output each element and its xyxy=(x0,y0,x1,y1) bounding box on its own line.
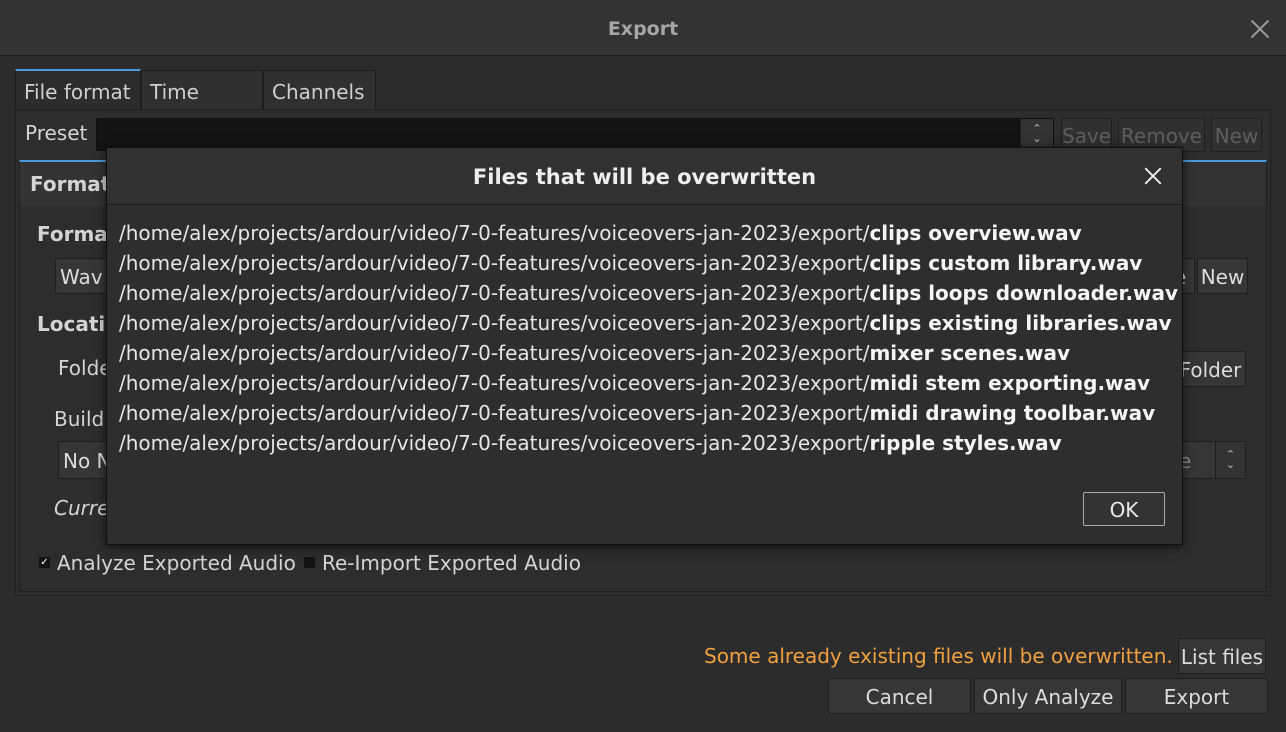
file-path-prefix: /home/alex/projects/ardour/video/7-0-fea… xyxy=(119,221,870,245)
file-path-prefix: /home/alex/projects/ardour/video/7-0-fea… xyxy=(119,281,870,305)
preset-new-button[interactable]: New xyxy=(1211,118,1262,152)
build-filename-label: Build xyxy=(54,407,105,431)
file-path-prefix: /home/alex/projects/ardour/video/7-0-fea… xyxy=(119,251,870,275)
close-icon[interactable] xyxy=(1247,16,1273,42)
window-title: Export xyxy=(607,18,679,40)
file-name: clips overview.wav xyxy=(869,221,1082,245)
file-path-row: /home/alex/projects/ardour/video/7-0-fea… xyxy=(119,218,1178,248)
choose-folder-button[interactable]: Folder xyxy=(1175,351,1246,387)
overwrite-warning: Some already existing files will be over… xyxy=(704,644,1173,668)
file-path-prefix: /home/alex/projects/ardour/video/7-0-fea… xyxy=(119,401,870,425)
file-path-row: /home/alex/projects/ardour/video/7-0-fea… xyxy=(119,278,1178,308)
cancel-button[interactable]: Cancel xyxy=(828,678,971,714)
only-analyze-button[interactable]: Only Analyze xyxy=(974,678,1122,714)
tab-channels[interactable]: Channels xyxy=(263,70,376,110)
close-icon[interactable] xyxy=(1140,163,1166,189)
reimport-label: Re-Import Exported Audio xyxy=(322,551,581,575)
file-path-prefix: /home/alex/projects/ardour/video/7-0-fea… xyxy=(119,311,870,335)
overwrite-dialog: Files that will be overwritten /home/ale… xyxy=(106,147,1183,545)
file-list: /home/alex/projects/ardour/video/7-0-fea… xyxy=(119,218,1178,458)
analyze-label: Analyze Exported Audio xyxy=(57,551,296,575)
reimport-checkbox[interactable] xyxy=(304,557,315,568)
analyze-checkbox[interactable]: ✓ xyxy=(39,557,50,568)
tab-label: Channels xyxy=(272,80,365,104)
tab-label: File format xyxy=(24,80,131,104)
tab-time-span[interactable]: Time Span xyxy=(141,70,263,146)
file-name: clips existing libraries.wav xyxy=(869,311,1172,335)
current-path-label: Curre xyxy=(54,496,110,520)
folder-label: Folde xyxy=(58,356,112,380)
file-path-row: /home/alex/projects/ardour/video/7-0-fea… xyxy=(119,308,1178,338)
list-files-button[interactable]: List files xyxy=(1178,638,1266,674)
preset-label: Preset xyxy=(25,121,88,145)
file-name: midi stem exporting.wav xyxy=(869,371,1151,395)
file-path-prefix: /home/alex/projects/ardour/video/7-0-fea… xyxy=(119,431,870,455)
file-name: ripple styles.wav xyxy=(869,431,1062,455)
ok-button[interactable]: OK xyxy=(1083,492,1165,526)
dialog-title: Files that will be overwritten xyxy=(472,165,817,189)
file-name: mixer scenes.wav xyxy=(869,341,1071,365)
file-path-row: /home/alex/projects/ardour/video/7-0-fea… xyxy=(119,248,1178,278)
file-path-row: /home/alex/projects/ardour/video/7-0-fea… xyxy=(119,428,1178,458)
file-name: clips custom library.wav xyxy=(869,251,1143,275)
file-path-prefix: /home/alex/projects/ardour/video/7-0-fea… xyxy=(119,341,870,365)
file-path-row: /home/alex/projects/ardour/video/7-0-fea… xyxy=(119,338,1178,368)
export-button[interactable]: Export xyxy=(1125,678,1268,714)
file-name: clips loops downloader.wav xyxy=(869,281,1179,305)
file-path-row: /home/alex/projects/ardour/video/7-0-fea… xyxy=(119,368,1178,398)
file-name: midi drawing toolbar.wav xyxy=(869,401,1156,425)
tab-file-format[interactable]: File format xyxy=(15,69,141,109)
format-new-button[interactable]: New xyxy=(1197,258,1248,294)
spin-arrows-icon: ⌃ ⌄ xyxy=(1215,442,1245,478)
file-path-row: /home/alex/projects/ardour/video/7-0-fea… xyxy=(119,398,1178,428)
format-label: Forma xyxy=(37,222,108,246)
format-frame-title: Format xyxy=(30,172,111,196)
spin-arrows-icon: ⌃ ⌄ xyxy=(1020,119,1053,150)
file-path-prefix: /home/alex/projects/ardour/video/7-0-fea… xyxy=(119,371,870,395)
